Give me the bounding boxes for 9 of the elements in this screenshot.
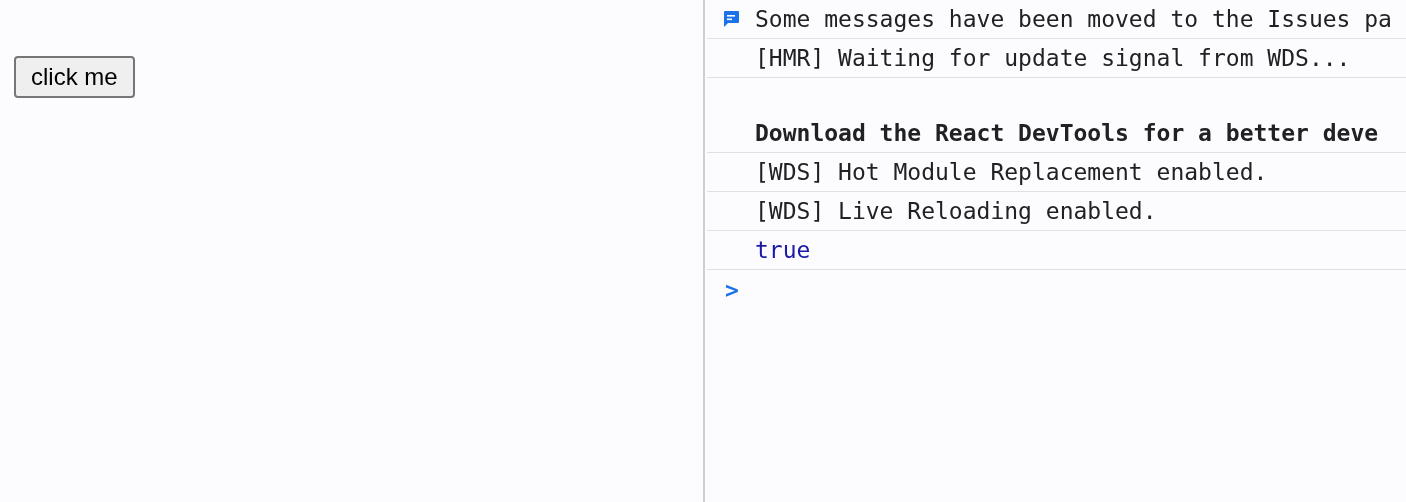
message-icon	[722, 10, 740, 28]
console-message: true	[755, 237, 811, 263]
console-message: [HMR] Waiting for update signal from WDS...	[755, 45, 1351, 71]
console-message: [WDS] Live Reloading enabled.	[755, 198, 1157, 224]
console-message: Download the React DevTools for a better deve	[755, 120, 1379, 146]
console-prompt[interactable]: >	[725, 272, 739, 308]
console-message: [WDS] Hot Module Replacement enabled.	[755, 159, 1268, 185]
console-message: Some messages have been moved to the Issues pa	[755, 6, 1392, 32]
click-me-button[interactable]: click me	[14, 56, 135, 98]
